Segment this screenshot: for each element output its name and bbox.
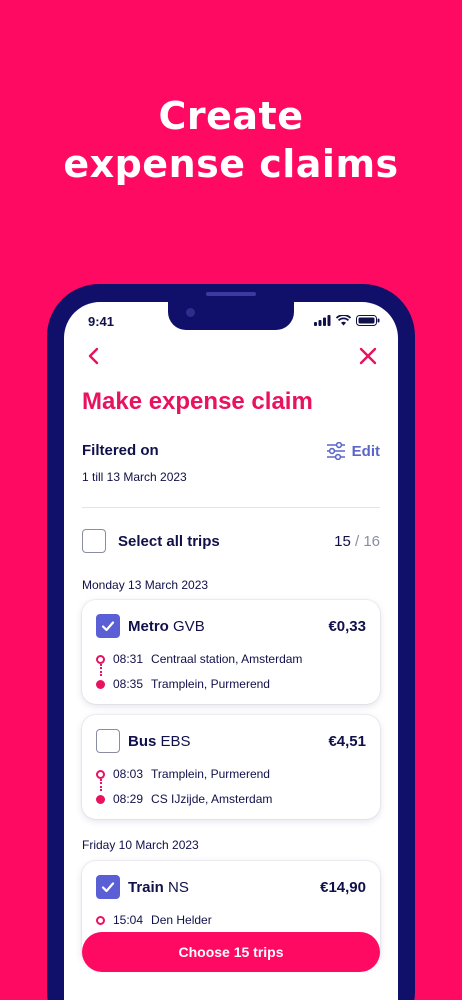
battery-icon (356, 315, 380, 326)
trip-origin: 15:04 Den Helder (96, 913, 212, 927)
page-title: Make expense claim (82, 388, 313, 415)
edit-filter-button[interactable]: Edit (326, 442, 380, 460)
headline-line-1: Create (158, 94, 304, 138)
trip-price: €0,33 (328, 618, 366, 635)
trip-operator: NS (168, 879, 189, 896)
selected-count: 15 / 16 (334, 533, 380, 550)
origin-dot-icon (96, 769, 105, 779)
origin-time: 08:03 (113, 767, 144, 781)
trip-price: €14,90 (320, 879, 366, 896)
select-all-row[interactable]: Select all trips 15 / 16 (82, 529, 380, 555)
origin-place: Centraal station, Amsterdam (151, 652, 303, 666)
checkmark-icon (101, 882, 115, 893)
trip-mode: Metro GVB (128, 618, 205, 635)
origin-time: 15:04 (113, 913, 144, 927)
headline: Create expense claims (0, 92, 462, 188)
trip-mode: Train NS (128, 879, 189, 896)
choose-trips-button[interactable]: Choose 15 trips (82, 932, 380, 972)
destination-dot-icon (96, 679, 105, 689)
headline-line-2: expense claims (63, 142, 399, 186)
route-line (100, 779, 102, 791)
phone-speaker (206, 292, 256, 296)
filter-label: Filtered on (82, 442, 159, 459)
trip-card[interactable]: Bus EBS €4,51 08:03 Tramplein, Purmerend… (82, 715, 380, 819)
destination-dot-icon (96, 794, 105, 804)
filter-date-range: 1 till 13 March 2023 (82, 470, 187, 484)
back-arrow-icon[interactable] (84, 346, 104, 366)
wifi-icon (336, 315, 351, 326)
edit-filter-label: Edit (351, 442, 380, 460)
day-header: Monday 13 March 2023 (82, 578, 209, 592)
selected-number: 15 (334, 533, 351, 550)
trip-origin: 08:31 Centraal station, Amsterdam (96, 652, 302, 666)
total-number: 16 (363, 533, 380, 550)
select-all-label: Select all trips (118, 533, 220, 550)
divider (82, 507, 380, 508)
day-header: Friday 10 March 2023 (82, 838, 199, 852)
status-time: 9:41 (88, 314, 115, 329)
trip-origin: 08:03 Tramplein, Purmerend (96, 767, 270, 781)
origin-dot-icon (96, 654, 105, 664)
trip-operator: EBS (160, 733, 191, 750)
signal-icon (314, 315, 331, 326)
phone-screen: 9:41 Make expense claim Filtered on 1 ti… (64, 302, 398, 1000)
trip-mode: Bus EBS (128, 733, 191, 750)
origin-time: 08:31 (113, 652, 144, 666)
origin-place: Den Helder (151, 913, 212, 927)
trip-mode-type: Metro (128, 618, 169, 635)
route-line (100, 664, 102, 676)
trip-card[interactable]: Metro GVB €0,33 08:31 Centraal station, … (82, 600, 380, 704)
camera-icon (186, 308, 195, 317)
phone-notch (168, 302, 294, 330)
destination-time: 08:35 (113, 677, 144, 691)
checkmark-icon (101, 621, 115, 632)
trip-mode-type: Train (128, 879, 164, 896)
sliders-icon (326, 442, 345, 460)
trip-checkbox[interactable] (96, 875, 120, 899)
trip-destination: 08:35 Tramplein, Purmerend (96, 677, 270, 691)
trip-destination: 08:29 CS IJzijde, Amsterdam (96, 792, 272, 806)
count-separator: / (354, 533, 360, 550)
select-all-checkbox[interactable] (82, 529, 106, 553)
destination-time: 08:29 (113, 792, 144, 806)
trip-price: €4,51 (328, 733, 366, 750)
trip-checkbox[interactable] (96, 729, 120, 753)
destination-place: Tramplein, Purmerend (151, 677, 270, 691)
status-icons (314, 315, 380, 326)
trip-checkbox[interactable] (96, 614, 120, 638)
trip-operator: GVB (173, 618, 205, 635)
origin-dot-icon (96, 915, 105, 925)
trip-mode-type: Bus (128, 733, 157, 750)
origin-place: Tramplein, Purmerend (151, 767, 270, 781)
close-icon[interactable] (358, 346, 378, 366)
destination-place: CS IJzijde, Amsterdam (151, 792, 273, 806)
